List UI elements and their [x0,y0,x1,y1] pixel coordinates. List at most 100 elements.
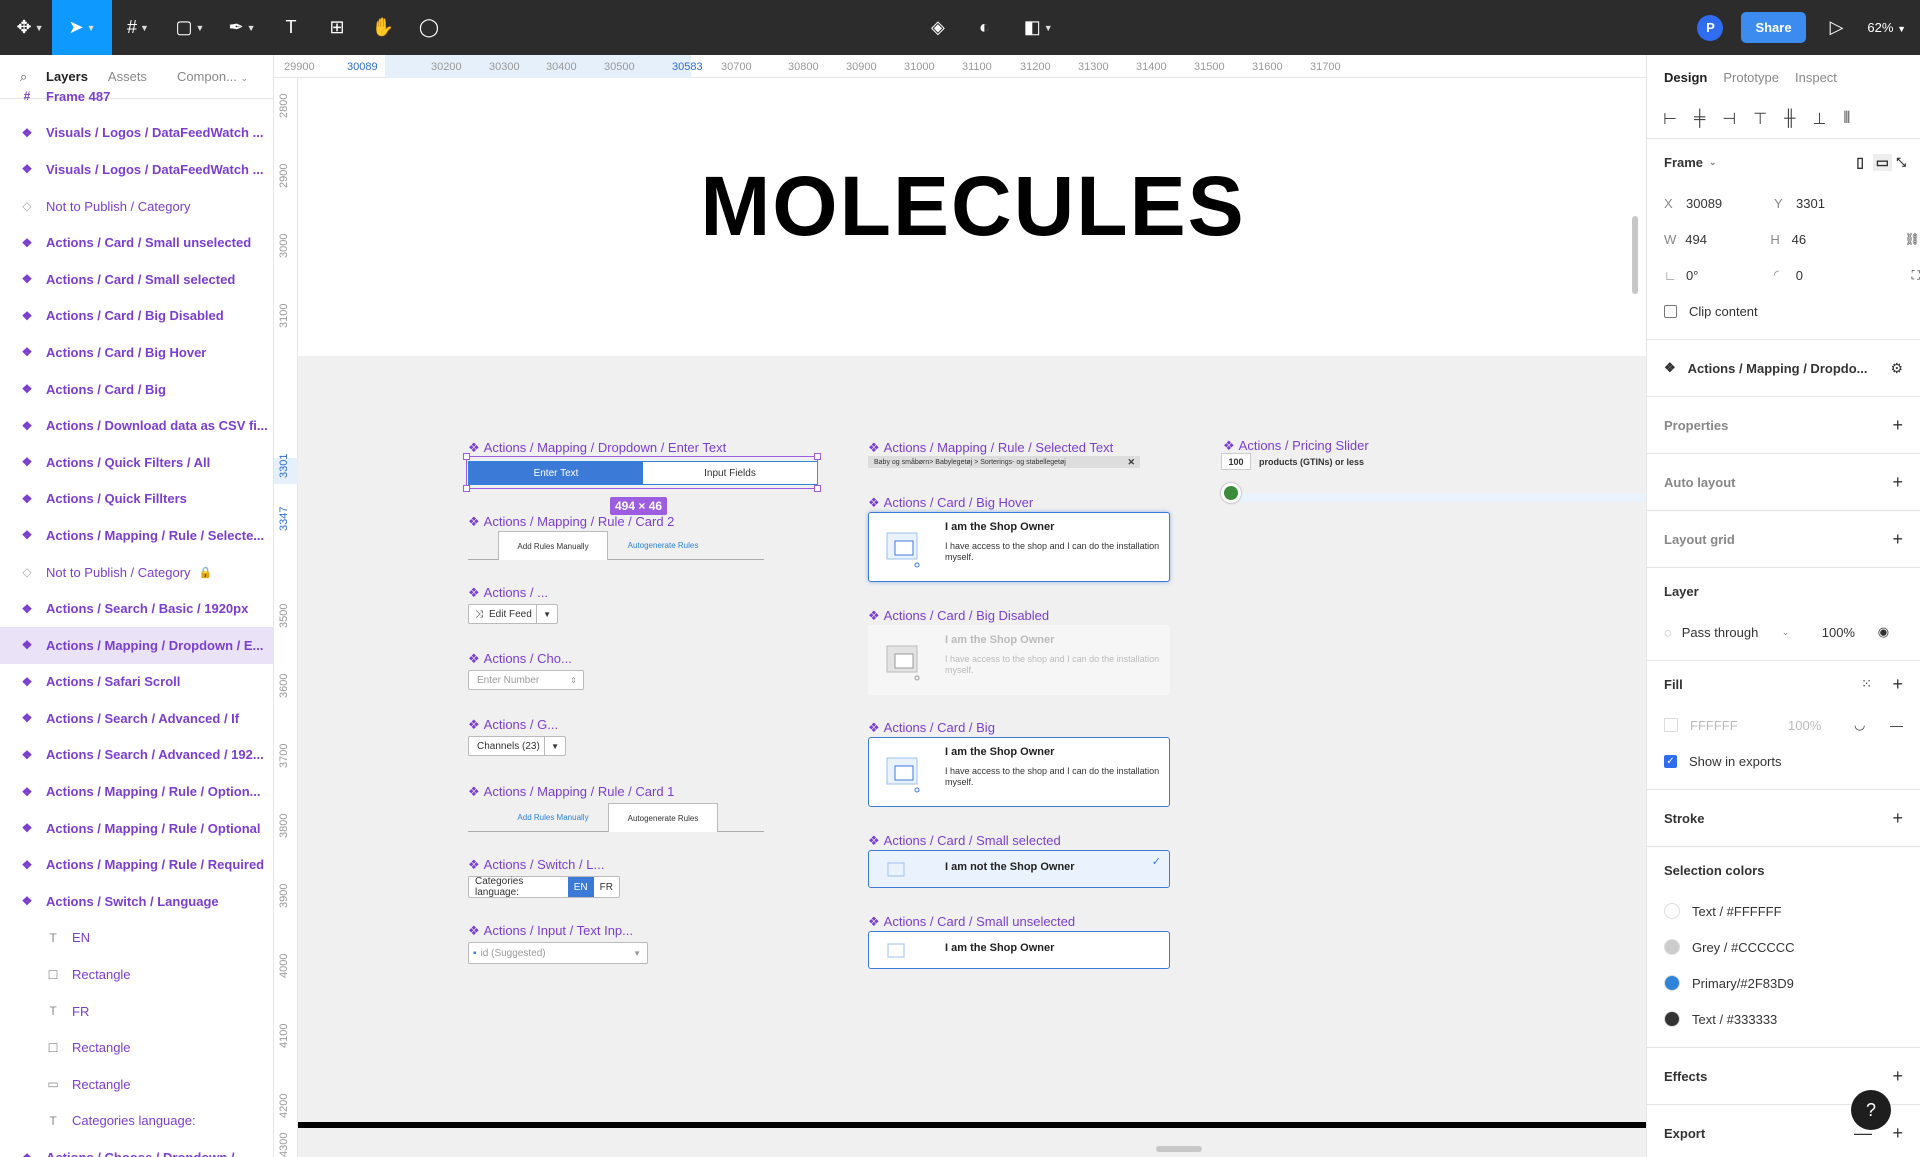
card-big[interactable]: I am the Shop Owner I have access to the… [868,737,1170,807]
clip-content-checkbox[interactable] [1664,304,1677,318]
x-input[interactable]: 30089 [1686,196,1774,211]
constrain-proportions-icon[interactable]: ⛓ [1905,232,1920,246]
layer-item[interactable]: T FR [0,993,273,1030]
canvas[interactable]: MOLECULES ❖ Actions / Mapping / Dropdown … [298,78,1646,1157]
layer-item[interactable]: ◇ Not to Publish / Category 🔒 [0,554,273,591]
resize-handle[interactable] [814,453,821,460]
label-big-disabled[interactable]: ❖ Actions / Card / Big Disabled [868,608,1049,624]
resources-button[interactable]: ⊞ [314,0,360,55]
align-right-icon[interactable]: ⊣ [1722,109,1736,129]
horizontal-scrollbar[interactable] [1156,1146,1202,1152]
rotation-input[interactable]: 0° [1686,268,1774,283]
layer-item[interactable]: T Categories language: [0,1103,273,1140]
slider-handle[interactable] [1221,483,1241,503]
layer-item[interactable]: ❖ Actions / Download data as CSV fi... [0,407,273,444]
align-center-h-icon[interactable]: ╪ [1694,110,1705,128]
component-settings-icon[interactable]: ⚙ [1890,360,1903,377]
landscape-icon[interactable]: ▭ [1872,153,1892,171]
layer-item[interactable]: ❖ Actions / Safari Scroll [0,664,273,701]
layer-item[interactable]: ❖ Actions / Search / Advanced / If [0,700,273,737]
tab-design[interactable]: Design [1664,70,1707,85]
layout-grid-header[interactable]: Layout grid + [1647,511,1920,567]
hand-tool-button[interactable]: ✋ [360,0,406,55]
layer-item[interactable]: ❖ Actions / Mapping / Rule / Selecte... [0,517,273,554]
tab-inspect[interactable]: Inspect [1795,70,1837,85]
card-small-unselected[interactable]: I am the Shop Owner [868,931,1170,969]
layer-item[interactable]: ❖ Actions / Card / Small unselected [0,224,273,261]
add-stroke-icon[interactable]: + [1892,808,1903,829]
distribute-icon[interactable]: ⫴ [1843,110,1850,128]
fill-opacity[interactable]: 100% [1788,718,1854,733]
color-swatch[interactable] [1664,939,1680,955]
layer-item[interactable]: ❖ Actions / Card / Big Hover [0,334,273,371]
stroke-header[interactable]: Stroke + [1647,790,1920,846]
layer-item[interactable]: ❖ Actions / Mapping / Rule / Optional [0,810,273,847]
lock-icon[interactable]: 🔒 [199,566,213,579]
label-small-selected[interactable]: ❖ Actions / Card / Small selected [868,833,1061,849]
tab-add-rules-manually[interactable]: Add Rules Manually [498,803,608,832]
frame-header[interactable]: Frame ⌄ ▯ ▭ ⤡ [1647,139,1920,185]
label-big[interactable]: ❖ Actions / Card / Big [868,720,995,736]
label-big-hover[interactable]: ❖ Actions / Card / Big Hover [868,495,1033,511]
text-tool-button[interactable]: T [268,0,314,55]
add-fill-icon[interactable]: + [1892,674,1903,695]
main-menu-button[interactable]: ✥ ▼ [0,0,52,55]
layer-item[interactable]: ❖ Actions / Card / Big [0,371,273,408]
align-middle-v-icon[interactable]: ╫ [1784,110,1795,128]
resize-handle[interactable] [463,485,470,492]
label-pricing-slider[interactable]: ❖ Actions / Pricing Slider [1223,438,1369,454]
layer-item[interactable]: ❖ Actions / Card / Small selected [0,261,273,298]
add-property-icon[interactable]: + [1892,415,1903,436]
layer-item[interactable]: ❖ Actions / Search / Basic / 1920px [0,590,273,627]
card-small-selected[interactable]: I am not the Shop Owner ✓ [868,850,1170,888]
layer-item[interactable]: ❖ Actions / Card / Big Disabled [0,298,273,335]
share-button[interactable]: Share [1741,12,1806,43]
close-icon[interactable]: ✕ [1127,457,1135,468]
layer-item[interactable]: ◇ Not to Publish / Category [0,188,273,225]
auto-layout-header[interactable]: Auto layout + [1647,454,1920,510]
add-export-icon[interactable]: + [1892,1123,1903,1144]
zoom-dropdown[interactable]: 62% ▼ [1867,20,1906,35]
align-bottom-icon[interactable]: ⊥ [1813,109,1827,129]
eye-hidden-icon[interactable]: ◡ [1854,717,1890,733]
color-swatch[interactable] [1664,1011,1680,1027]
align-top-icon[interactable]: ⊤ [1753,109,1767,129]
avatar[interactable]: P [1697,14,1724,41]
layer-item[interactable]: ❖ Actions / Search / Advanced / 192... [0,737,273,774]
portrait-icon[interactable]: ▯ [1856,154,1864,171]
radius-input[interactable]: 0 [1796,268,1884,283]
layer-item[interactable]: ☐ Rectangle [0,1029,273,1066]
label-rule-card1[interactable]: ❖ Actions / Mapping / Rule / Card 1 [468,784,674,800]
id-suggested-input[interactable]: ▪ id (Suggested) ▼ [468,942,648,964]
label-rule-card2[interactable]: ❖ Actions / Mapping / Rule / Card 2 [468,514,674,530]
comment-tool-button[interactable]: ◯ [406,0,452,55]
edit-feed-button[interactable]: ⤨ Edit Feed ▼ [468,604,558,624]
enter-number-input[interactable]: Enter Number ⇕ [468,670,584,690]
layer-item[interactable]: ❖ Actions / Quick Fillters [0,481,273,518]
label-group[interactable]: ❖ Actions / G... [468,717,558,733]
slider-track[interactable] [1229,493,1646,502]
layer-item[interactable]: ❖ Actions / Choose / Dropdown / ... [0,1139,273,1157]
selected-text-chip[interactable]: Baby og småbørn> Babylegetøj > Sortering… [868,456,1140,468]
layer-item[interactable]: ❖ Actions / Mapping / Rule / Option... [0,773,273,810]
fill-hex[interactable]: FFFFFF [1690,718,1788,733]
move-tool-button[interactable]: ➤ ▼ [52,0,112,55]
label-dropdown-enter-text[interactable]: ❖ Actions / Mapping / Dropdown / Enter Te… [468,440,726,456]
layer-opacity[interactable]: 100% [1822,625,1878,640]
channels-dropdown[interactable]: Channels (23) ▼ [468,736,566,756]
create-component-button[interactable]: ◈ [925,0,951,55]
help-button[interactable]: ? [1851,1090,1891,1130]
language-switch[interactable]: Categories language: EN FR [468,876,620,898]
layer-item[interactable]: ❖ Visuals / Logos / DataFeedWatch ... [0,115,273,152]
component-row[interactable]: ❖ Actions / Mapping / Dropdo... ⚙ [1647,340,1920,396]
color-swatch[interactable] [1664,903,1680,919]
label-choose[interactable]: ❖ Actions / Cho... [468,651,572,667]
independent-corners-icon[interactable]: ⛶ [1912,268,1920,283]
selection-color-row[interactable]: Primary/#2F83D9 [1647,965,1920,1001]
layer-item[interactable]: ▭ Rectangle [0,1066,273,1103]
add-layout-grid-icon[interactable]: + [1892,529,1903,550]
add-effect-icon[interactable]: + [1892,1066,1903,1087]
align-left-icon[interactable]: ⊢ [1663,109,1677,129]
mask-button[interactable]: ◐ [973,0,996,55]
present-button[interactable]: ▷ [1824,0,1850,55]
